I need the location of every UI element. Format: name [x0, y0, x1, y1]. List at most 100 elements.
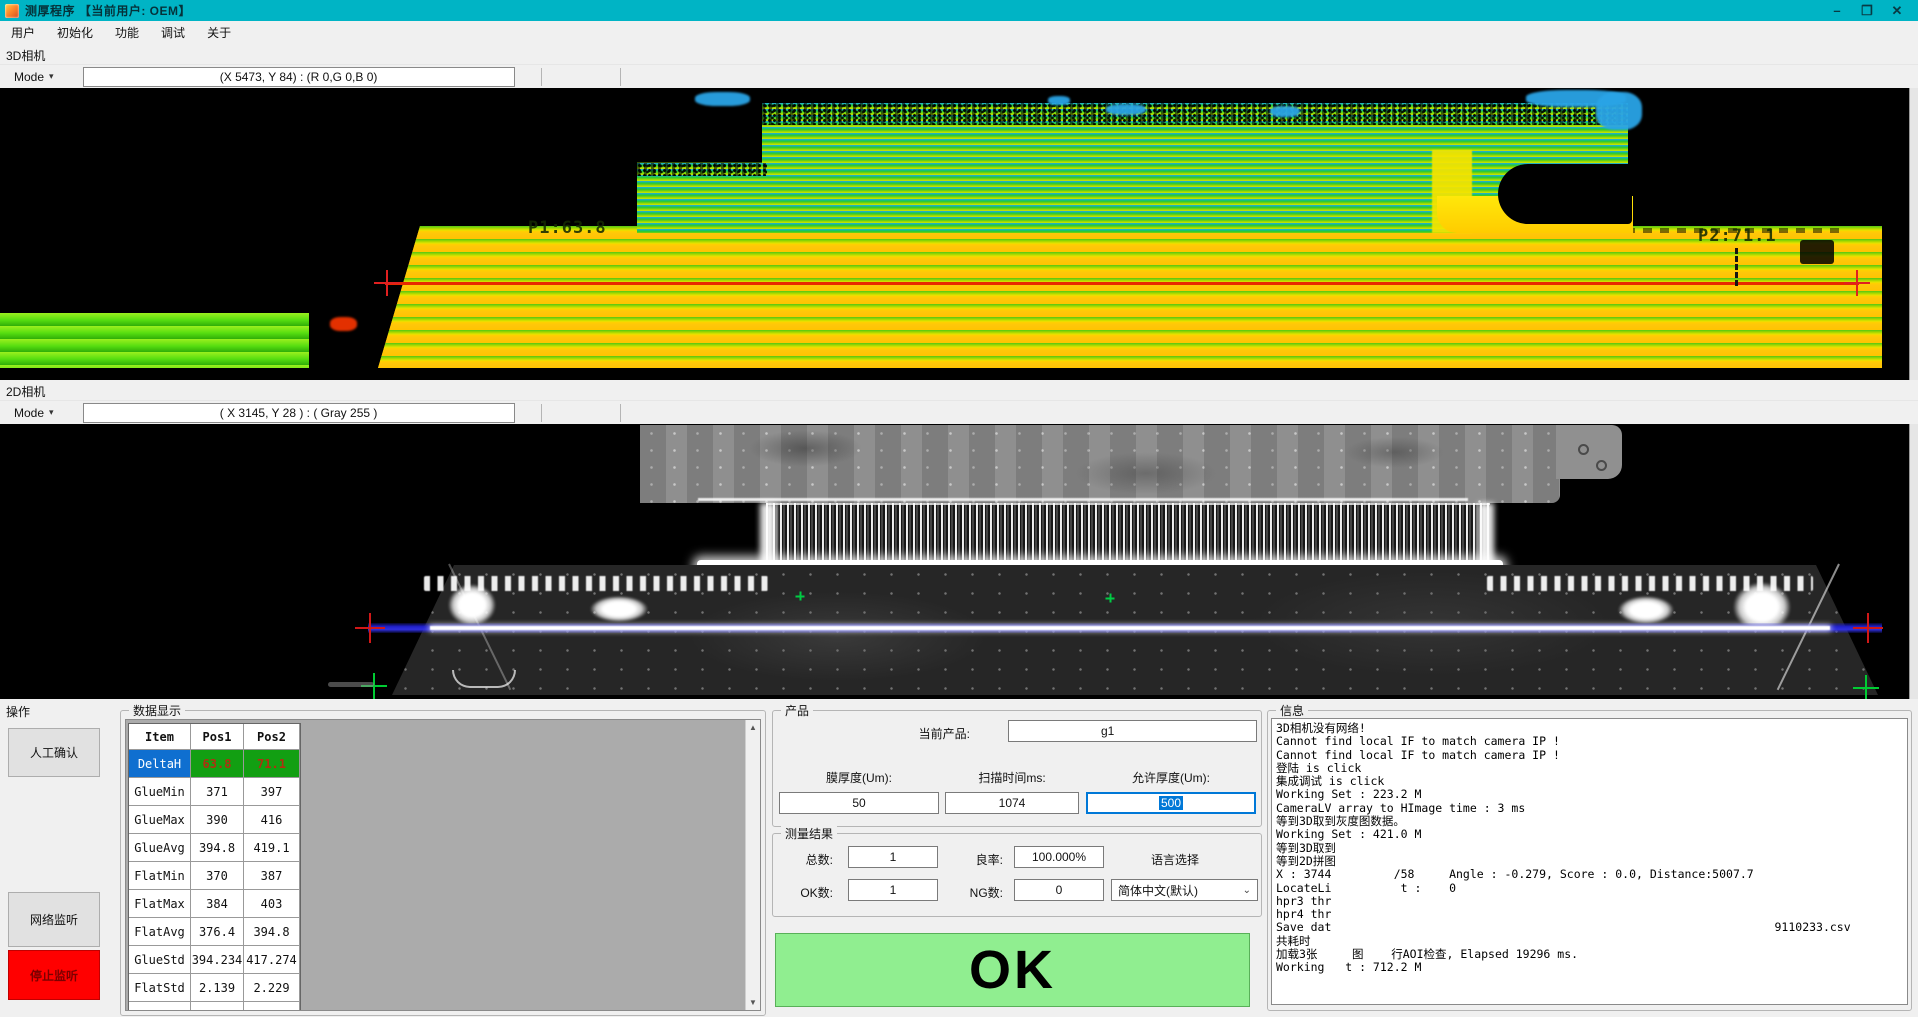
white-arc-mark — [452, 670, 516, 688]
data-display-list: Item Pos1 Pos2 DeltaH 63.8 71.1 GlueMin … — [125, 719, 761, 1011]
film-thickness-field[interactable]: 50 — [779, 792, 939, 814]
log-line: Working t : 712.2 M — [1276, 961, 1903, 974]
laser-line — [368, 623, 1882, 633]
minimize-button[interactable]: – — [1822, 0, 1852, 21]
language-value: 简体中文(默认) — [1118, 882, 1198, 899]
camera3d-toolbar: Mode ▾ (X 5473, Y 84) : (R 0,G 0,B 0) — [0, 64, 1918, 88]
maximize-button[interactable]: ❐ — [1852, 0, 1882, 21]
results-label: 测量结果 — [781, 825, 837, 842]
results-group: 测量结果 总数: 1 良率: 100.000% 语言选择 OK数: 1 NG数:… — [772, 833, 1262, 917]
cyan-noise-blob — [1106, 104, 1146, 115]
mode-label: Mode — [14, 406, 44, 420]
scan-time-field[interactable]: 1074 — [945, 792, 1079, 814]
log-line: X : 3744 /58 Angle : -0.279, Score : 0.0… — [1276, 868, 1903, 881]
table-row[interactable]: DeltaH 63.8 71.1 — [129, 750, 300, 778]
allow-thickness-field[interactable]: 500 — [1086, 792, 1256, 814]
scroll-down-icon[interactable]: ▼ — [746, 995, 760, 1010]
view-right-edge — [1909, 88, 1918, 380]
col-pos1: Pos1 — [191, 724, 244, 750]
result-status-panel: OK — [775, 933, 1250, 1007]
stop-listen-button[interactable]: 停止监听 — [8, 950, 100, 1000]
table-row[interactable]: FlatAvg 376.4 394.8 — [129, 918, 300, 946]
ok-count-label: OK数: — [781, 884, 833, 901]
log-line: LocateLi t : 0 — [1276, 882, 1903, 895]
camera3d-view[interactable]: P1:63.8 P2:71.1 — [0, 88, 1918, 380]
pcb-tab — [1556, 425, 1622, 479]
upper-region-step-noise — [637, 163, 767, 176]
view-right-edge — [1909, 424, 1918, 699]
toolbar-separator — [541, 404, 542, 422]
camera3d-mode-button[interactable]: Mode ▾ — [7, 67, 61, 87]
title-bar[interactable]: 测厚程序 【当前用户: OEM】 – ❐ ✕ — [0, 0, 1918, 21]
cyan-noise-blob — [1270, 106, 1300, 117]
height-map-red-patch — [330, 317, 357, 331]
manual-confirm-button[interactable]: 人工确认 — [8, 728, 100, 777]
crosshair-green-mini — [796, 592, 805, 601]
pins-end-glow-right — [1478, 503, 1494, 567]
language-label: 语言选择 — [1151, 851, 1241, 868]
total-label: 总数: — [781, 851, 833, 868]
info-log[interactable]: 3D相机没有网络! Cannot find local IF to match … — [1271, 718, 1908, 1005]
col-item: Item — [129, 724, 191, 750]
product-group: 产品 当前产品: g1 膜厚度(Um): 扫描时间ms: 允许厚度(Um): 5… — [772, 710, 1262, 827]
ok-count-field[interactable]: 1 — [848, 879, 938, 901]
toolbar-separator — [620, 68, 621, 86]
table-row[interactable]: GlueMax 390 416 — [129, 806, 300, 834]
allow-thickness-label: 允许厚度(Um): — [1086, 769, 1256, 786]
cyan-noise-blob — [695, 92, 750, 106]
scroll-up-icon[interactable]: ▲ — [746, 720, 760, 735]
pcb-tab-hole — [1578, 444, 1589, 455]
camera3d-pixel-readout[interactable]: (X 5473, Y 84) : (R 0,G 0,B 0) — [83, 67, 515, 87]
scan-time-label: 扫描时间ms: — [945, 769, 1079, 786]
camera2d-mode-button[interactable]: Mode ▾ — [7, 403, 61, 423]
close-button[interactable]: ✕ — [1882, 0, 1912, 21]
measurement-table: Item Pos1 Pos2 DeltaH 63.8 71.1 GlueMin … — [128, 723, 301, 1011]
total-field[interactable]: 1 — [848, 846, 938, 868]
crosshair-green-mini — [1106, 594, 1115, 603]
p2-measure-label: P2:71.1 — [1698, 226, 1777, 246]
table-scrollbar[interactable]: ▲ ▼ — [745, 720, 760, 1010]
menu-initialize[interactable]: 初始化 — [46, 21, 104, 44]
current-product-label: 当前产品: — [898, 725, 970, 742]
table-row[interactable]: GlueMin 371 397 — [129, 778, 300, 806]
menu-bar: 用户 初始化 功能 调试 关于 — [0, 21, 1918, 44]
network-listen-button[interactable]: 网络监听 — [8, 892, 100, 947]
chevron-down-icon: ⌄ — [1243, 885, 1251, 896]
current-product-field[interactable]: g1 — [1008, 720, 1257, 742]
toolbar-separator — [541, 68, 542, 86]
log-line: 3D相机没有网络! — [1276, 722, 1903, 735]
log-line: 等到2D拼图 — [1276, 855, 1903, 868]
table-row[interactable]: X 2503.5 7966.7 — [129, 1002, 300, 1011]
table-row[interactable]: GlueStd 394.234 417.274 — [129, 946, 300, 974]
pcb-bottom-edge — [698, 498, 1468, 501]
upper-region-top-noise — [762, 103, 1628, 125]
menu-function[interactable]: 功能 — [104, 21, 150, 44]
log-line: Cannot find local IF to match camera IP … — [1276, 749, 1903, 762]
language-dropdown[interactable]: 简体中文(默认) ⌄ — [1111, 879, 1258, 901]
window-title: 测厚程序 【当前用户: OEM】 — [25, 2, 191, 19]
log-line: Cannot find local IF to match camera IP … — [1276, 735, 1903, 748]
film-thickness-label: 膜厚度(Um): — [779, 769, 939, 786]
chevron-down-icon: ▾ — [49, 71, 54, 82]
crosshair-red-right-2d — [1853, 613, 1883, 643]
hook-notch — [1498, 164, 1632, 224]
info-group: 信息 3D相机没有网络! Cannot find local IF to mat… — [1267, 710, 1912, 1011]
table-row[interactable]: FlatStd 2.139 2.229 — [129, 974, 300, 1002]
glue-blob — [448, 584, 496, 626]
camera2d-pixel-readout[interactable]: ( X 3145, Y 28 ) : ( Gray 255 ) — [83, 403, 515, 423]
toolbar-separator — [620, 404, 621, 422]
table-row[interactable]: GlueAvg 394.8 419.1 — [129, 834, 300, 862]
menu-debug[interactable]: 调试 — [150, 21, 196, 44]
yield-field[interactable]: 100.000% — [1014, 846, 1104, 868]
table-row[interactable]: FlatMin 370 387 — [129, 862, 300, 890]
table-row[interactable]: FlatMax 384 403 — [129, 890, 300, 918]
crosshair-red-right-3d — [1844, 270, 1870, 296]
menu-user[interactable]: 用户 — [0, 21, 46, 44]
camera2d-view[interactable] — [0, 424, 1918, 699]
ng-count-field[interactable]: 0 — [1014, 879, 1104, 901]
crosshair-red-left-2d — [355, 613, 385, 643]
menu-about[interactable]: 关于 — [196, 21, 242, 44]
info-label: 信息 — [1276, 702, 1308, 719]
log-line: 登陆 is click — [1276, 762, 1903, 775]
data-display-label: 数据显示 — [129, 702, 185, 719]
